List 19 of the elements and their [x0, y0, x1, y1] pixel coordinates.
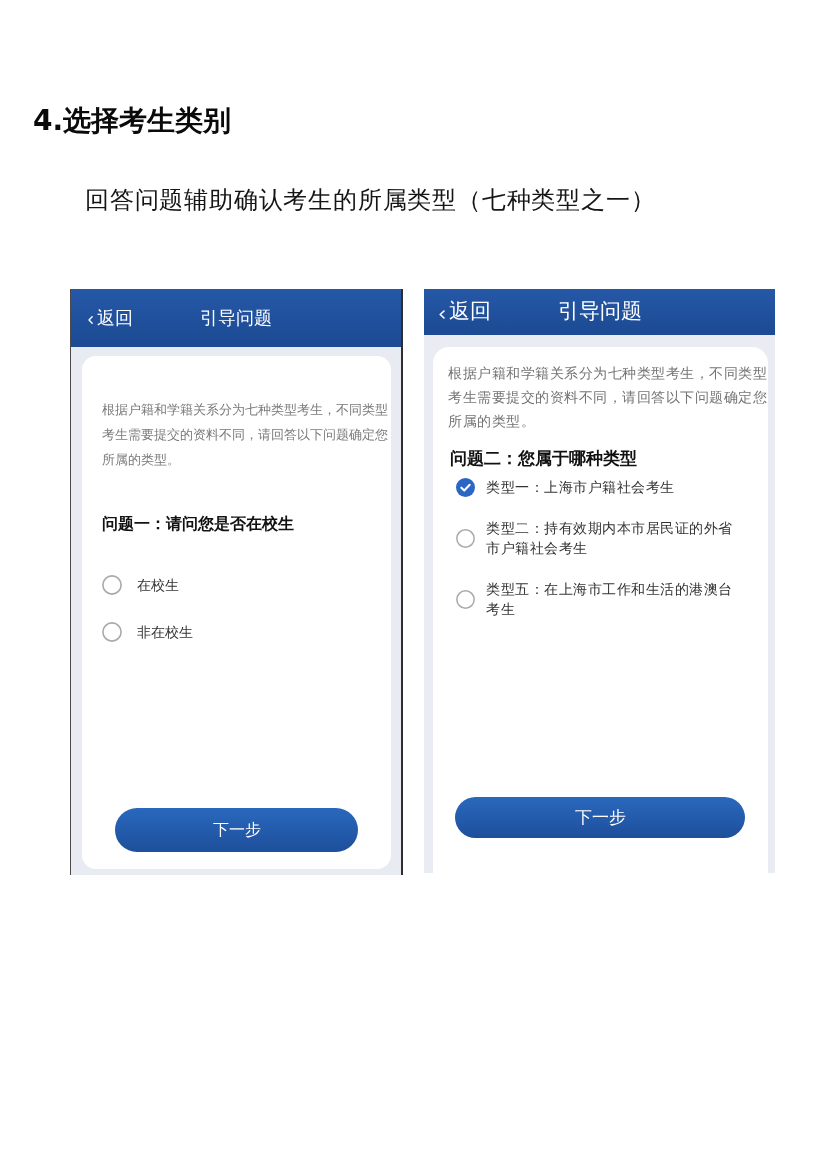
- radio-option[interactable]: 类型一：上海市户籍社会考生: [456, 477, 675, 497]
- radio-option[interactable]: 类型五：在上海市工作和生活的港澳台考生: [456, 579, 740, 619]
- next-button[interactable]: 下一步: [455, 797, 745, 838]
- screen-title: 引导问题: [200, 307, 272, 329]
- intro-text: 根据户籍和学籍关系分为七种类型考生，不同类型考生需要提交的资料不同，请回答以下问题确定您所属的类型。: [448, 364, 768, 431]
- radio-option[interactable]: 类型二：持有效期内本市居民证的外省市户籍社会考生: [456, 518, 740, 558]
- intro-text: 根据户籍和学籍关系分为七种类型考生，不同类型考生需要提交的资料不同，请回答以下问题确定您所属的类型。: [102, 401, 389, 469]
- question-text: 问题一：请问您是否在校生: [102, 513, 294, 535]
- back-button[interactable]: 返回: [88, 307, 133, 329]
- screen-title: 引导问题: [557, 299, 642, 325]
- section-subtitle: 回答问题辅助确认考生的所属类型（七种类型之一）: [85, 185, 656, 216]
- chevron-left-icon: [88, 315, 93, 324]
- chevron-left-icon: [439, 309, 445, 319]
- section-heading: 4.选择考生类别: [32, 104, 232, 138]
- question-text: 问题二：您属于哪种类型: [450, 447, 637, 470]
- back-button[interactable]: 返回: [439, 299, 491, 325]
- radio-option[interactable]: 在校生: [102, 573, 179, 597]
- next-button[interactable]: 下一步: [115, 808, 358, 852]
- radio-option[interactable]: 非在校生: [102, 620, 193, 644]
